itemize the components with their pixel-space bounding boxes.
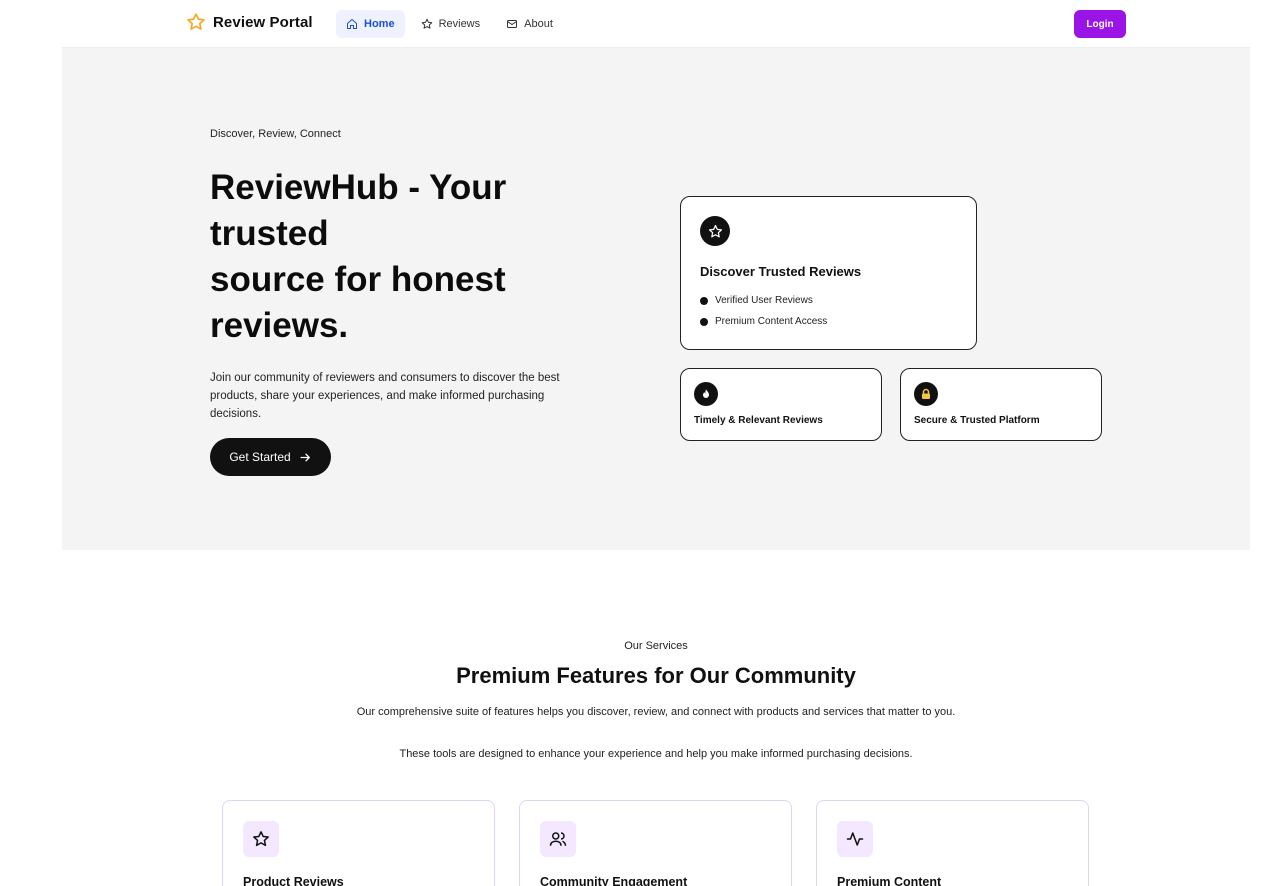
bullet-text: Verified User Reviews [715,295,813,306]
get-started-button[interactable]: Get Started [210,438,331,476]
bullet-text: Premium Content Access [715,316,828,327]
services-description: Our comprehensive suite of features help… [356,706,956,718]
card-title: Discover Trusted Reviews [700,264,862,279]
card-title: Secure & Trusted Platform [914,415,1040,426]
services-eyebrow: Our Services [624,640,688,652]
feature-title: Product Reviews [243,875,344,886]
flame-icon [703,389,709,398]
star-icon [421,18,432,29]
card-icon-badge [700,216,730,246]
feature-icon-badge [243,821,279,857]
hero-title-line: ReviewHub - Your [210,168,507,207]
hero-title: ReviewHub - Your trusted source for hone… [210,165,590,349]
card-title: Timely & Relevant Reviews [694,415,823,426]
feature-icon-badge [837,821,873,857]
services-title: Premium Features for Our Community [456,663,856,688]
feature-title: Premium Content [837,875,942,886]
timely-reviews-card: Timely & Relevant Reviews [680,368,882,441]
feature-icon-badge [540,821,576,857]
activity-icon [846,832,864,846]
nav-reviews-label: Reviews [438,18,481,30]
services-description-secondary: These tools are designed to enhance your… [399,748,913,760]
star-icon [708,224,722,237]
nav-links: Home Reviews About [336,10,563,38]
nav-about-label: About [524,18,553,30]
bullet-dot [700,296,708,305]
home-icon [347,18,357,29]
feature-card-product-reviews[interactable]: Product Reviews [222,800,495,886]
arrow-right-icon [300,453,310,461]
card-bullet: Verified User Reviews [700,295,813,306]
card-icon-badge [694,382,718,406]
star-icon [187,13,205,30]
nav-home[interactable]: Home [336,10,405,38]
nav-reviews[interactable]: Reviews [411,10,491,38]
hero-section: Discover, Review, Connect ReviewHub - Yo… [62,48,1250,550]
feature-title: Community Engagement [540,875,688,886]
star-icon [253,831,269,847]
lock-icon [922,388,930,399]
card-bullet: Premium Content Access [700,316,827,327]
trusted-reviews-card: Discover Trusted Reviews Verified User R… [680,196,977,350]
bullet-dot [700,317,708,326]
card-icon-badge [914,382,938,406]
feature-card-community-engagement[interactable]: Community Engagement [519,800,792,886]
mail-icon [507,20,518,28]
get-started-label: Get Started [229,450,291,464]
hero-eyebrow: Discover, Review, Connect [210,128,341,140]
feature-card-premium-content[interactable]: Premium Content [816,800,1089,886]
users-icon [549,832,567,846]
nav-about[interactable]: About [496,10,563,38]
page-frame: Review Portal Home Reviews About Login D… [62,0,1250,886]
login-button[interactable]: Login [1074,10,1126,38]
hero-description: Join our community of reviewers and cons… [210,372,560,420]
top-navbar: Review Portal Home Reviews About Login [62,0,1250,48]
hero-title-line: reviews. [210,306,349,345]
nav-home-label: Home [364,18,395,30]
hero-title-line: source for honest [210,260,506,299]
brand-logo[interactable]: Review Portal [186,12,313,32]
hero-title-line: trusted [210,214,329,253]
secure-platform-card: Secure & Trusted Platform [900,368,1102,441]
brand-name: Review Portal [213,13,313,31]
